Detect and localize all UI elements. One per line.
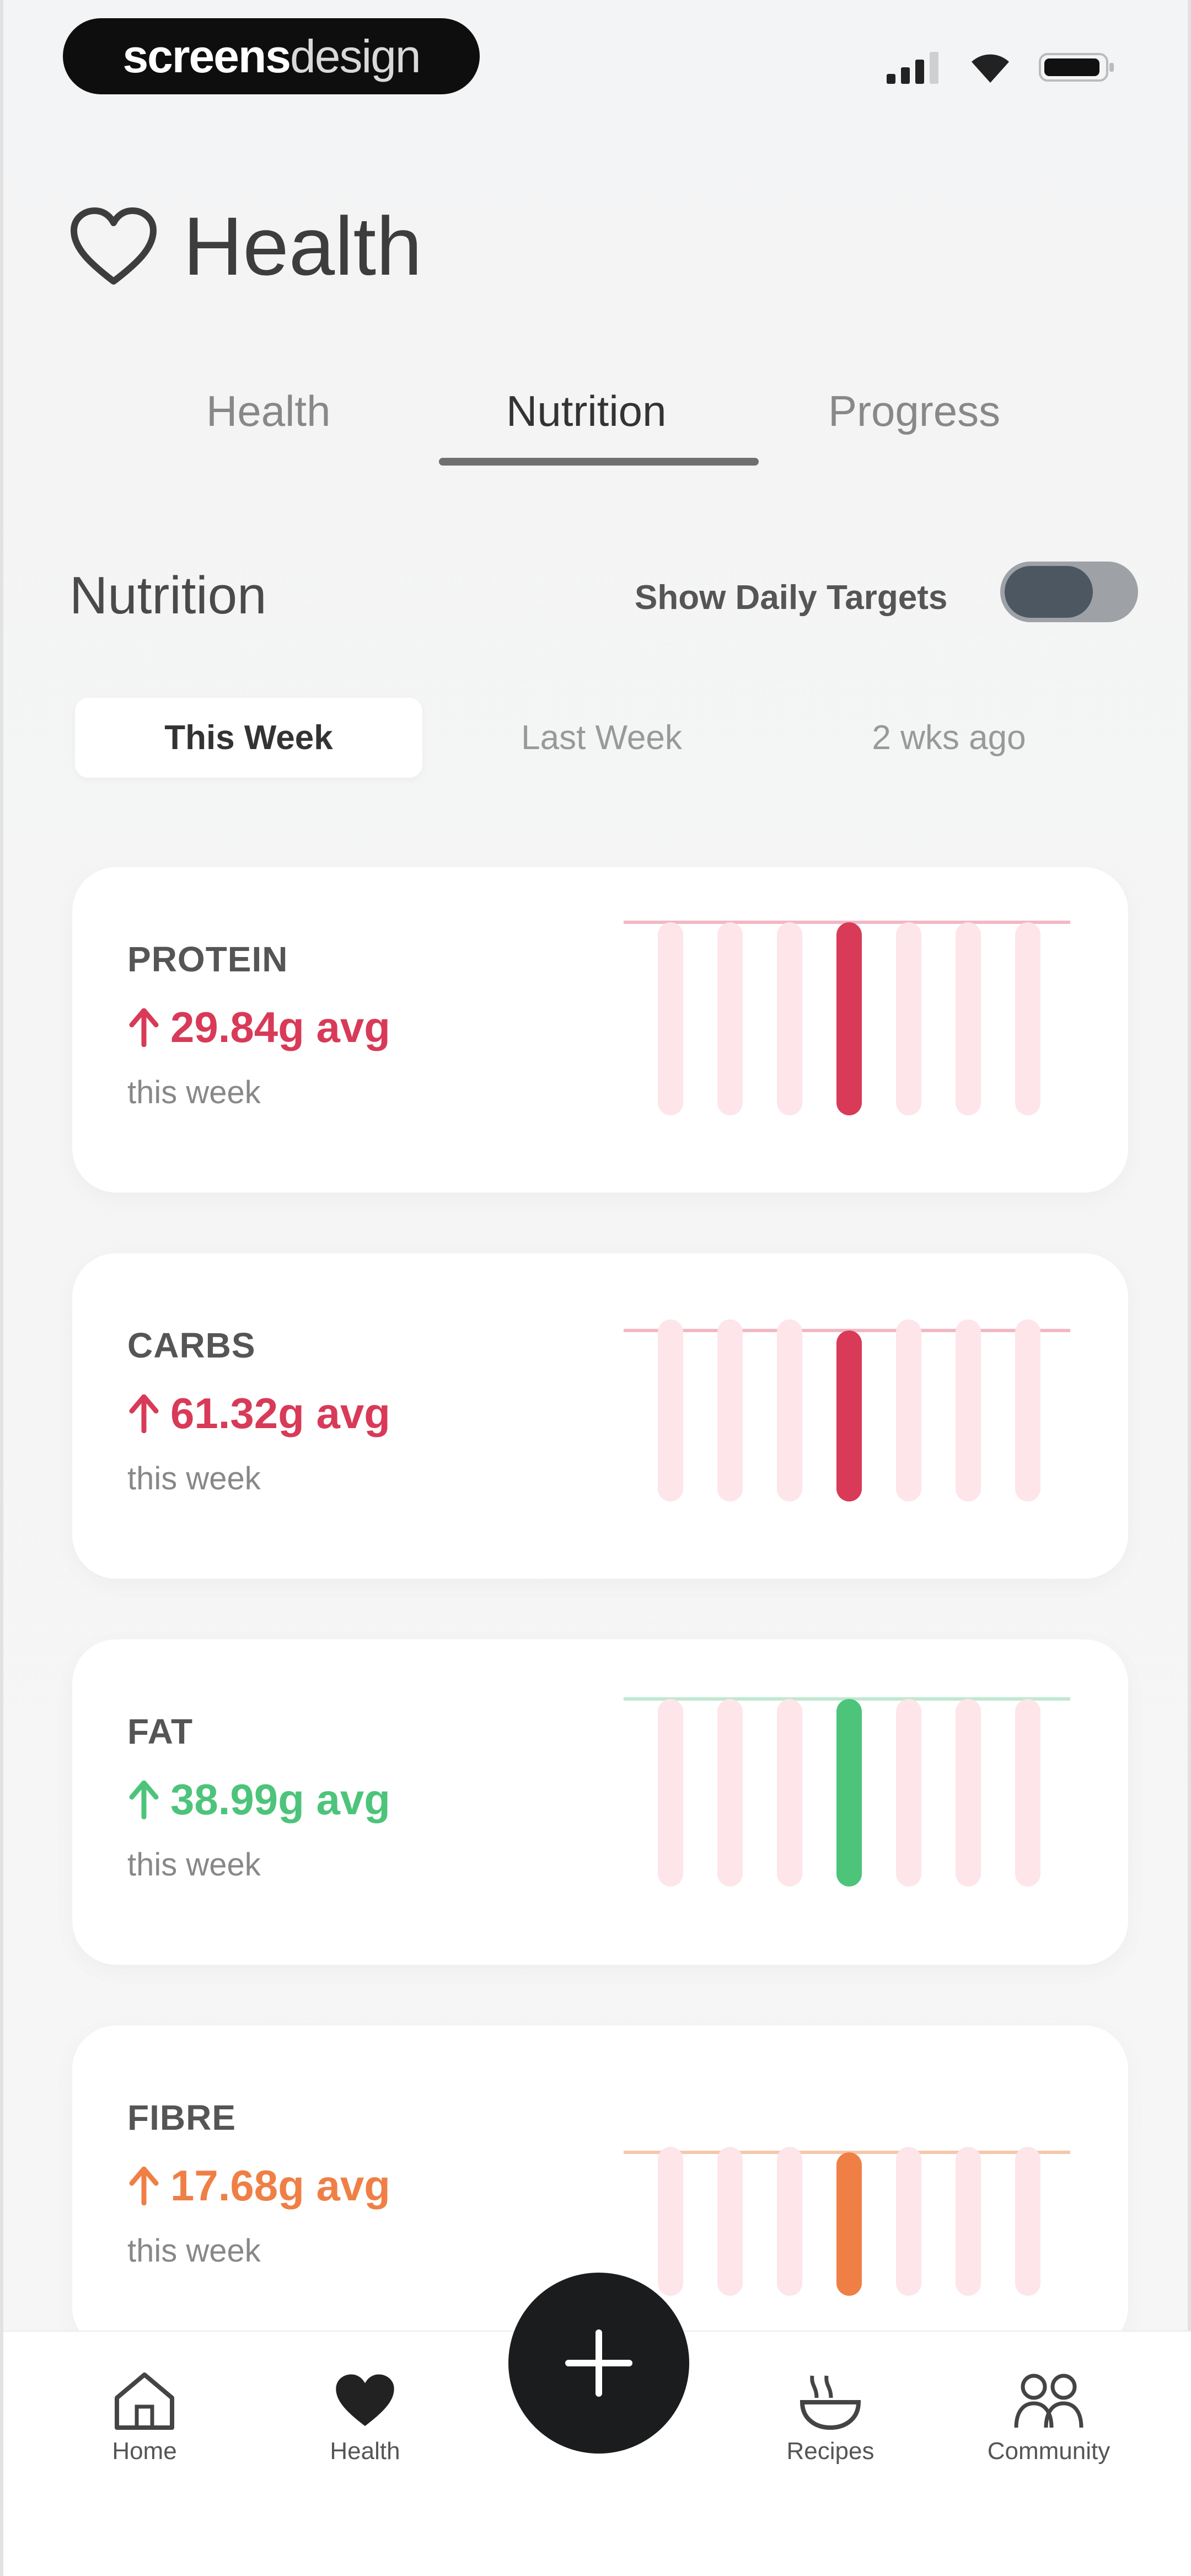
brand-watermark: screensdesign [63, 18, 480, 94]
period-last-week[interactable]: Last Week [428, 698, 775, 778]
nutrient-average: 38.99g avg [127, 1775, 390, 1825]
period-2-wks-ago[interactable]: 2 wks ago [775, 698, 1123, 778]
page-header: Health [68, 199, 422, 294]
tab-health[interactable]: Health [206, 386, 330, 436]
heart-filled-icon [336, 2374, 394, 2427]
period-this-week[interactable]: This Week [75, 698, 422, 778]
nav-community[interactable]: Community [977, 2370, 1120, 2465]
weekly-bars-chart [624, 1319, 1070, 1501]
nutrient-card-carbs[interactable]: CARBS 61.32g avg this week [72, 1253, 1128, 1579]
tab-nutrition[interactable]: Nutrition [506, 386, 666, 436]
plus-icon [565, 2329, 632, 2397]
wifi-icon [972, 54, 1009, 83]
tab-progress[interactable]: Progress [828, 386, 1000, 436]
page-title: Health [183, 200, 422, 292]
nutrient-average: 17.68g avg [127, 2161, 390, 2211]
nutrient-period: this week [127, 1461, 261, 1497]
nutrient-period: this week [127, 2233, 261, 2269]
nutrient-label: FAT [127, 1712, 194, 1751]
status-icons [887, 51, 1116, 84]
weekly-bars-chart [624, 921, 1070, 1115]
nutrient-label: FIBRE [127, 2098, 236, 2137]
community-people-icon [1014, 2374, 1083, 2428]
app-screen: screensdesign Health Health Nutrition Pr… [0, 0, 1191, 2576]
nav-recipes[interactable]: Recipes [759, 2370, 902, 2465]
nav-recipes-label: Recipes [786, 2438, 875, 2465]
weekly-bars-chart [624, 1697, 1070, 1886]
add-button[interactable] [508, 2273, 689, 2454]
nutrient-average-value: 17.68g avg [170, 2161, 390, 2210]
nutrient-average-value: 61.32g avg [170, 1389, 390, 1437]
nutrient-period: this week [127, 1075, 261, 1110]
section-title: Nutrition [69, 566, 267, 625]
signal-icon [887, 52, 938, 84]
home-icon [115, 2372, 174, 2430]
daily-targets-label: Show Daily Targets [635, 579, 948, 617]
nutrient-period: this week [127, 1847, 261, 1883]
brand-light: design [290, 30, 421, 82]
nutrient-average: 61.32g avg [127, 1388, 390, 1439]
nav-health-label: Health [330, 2438, 400, 2465]
nav-home[interactable]: Home [73, 2370, 216, 2465]
nav-home-label: Home [112, 2438, 177, 2465]
nutrient-card-protein[interactable]: PROTEIN 29.84g avg this week [72, 867, 1128, 1193]
recipes-bowl-icon [800, 2375, 861, 2430]
nav-health[interactable]: Health [293, 2370, 437, 2465]
toggle-knob [1005, 566, 1093, 618]
nav-community-label: Community [987, 2438, 1110, 2465]
nutrient-card-fat[interactable]: FAT 38.99g avg this week [72, 1639, 1128, 1965]
tab-active-indicator [439, 458, 759, 466]
nutrient-average-value: 29.84g avg [170, 1003, 390, 1051]
brand-bold: screens [122, 30, 291, 82]
daily-targets-toggle[interactable] [1000, 562, 1138, 622]
nutrient-average: 29.84g avg [127, 1002, 390, 1052]
arrow-up-icon [129, 2166, 159, 2205]
period-selector: This Week Last Week 2 wks ago [75, 698, 1123, 778]
heart-outline-icon [71, 207, 157, 285]
battery-icon [1039, 53, 1114, 82]
nutrient-average-value: 38.99g avg [170, 1775, 390, 1824]
weekly-bars-chart [624, 2147, 1070, 2296]
arrow-up-icon [129, 1394, 159, 1433]
nutrient-label: PROTEIN [127, 939, 288, 979]
arrow-up-icon [129, 1008, 159, 1047]
arrow-up-icon [129, 1780, 159, 1819]
nutrient-label: CARBS [127, 1326, 256, 1365]
